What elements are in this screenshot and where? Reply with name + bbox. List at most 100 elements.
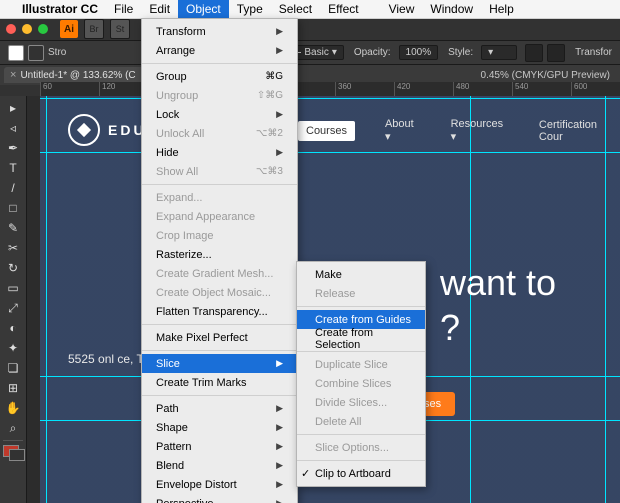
menu-item: Crop Image bbox=[142, 226, 297, 245]
menu-item: Expand... bbox=[142, 188, 297, 207]
menubar-object[interactable]: Object bbox=[178, 0, 229, 18]
nav-courses[interactable]: Courses bbox=[298, 121, 355, 141]
guide-horizontal[interactable] bbox=[40, 98, 620, 99]
guide-horizontal[interactable] bbox=[40, 152, 620, 153]
submenu-item: Divide Slices... bbox=[297, 393, 425, 412]
style-dropdown[interactable]: ▾ bbox=[481, 45, 517, 60]
stroke-swatch[interactable] bbox=[28, 45, 44, 61]
menubar-app-name[interactable]: Illustrator CC bbox=[14, 0, 106, 18]
zoom-icon[interactable] bbox=[38, 24, 48, 34]
nav-about[interactable]: About ▾ bbox=[385, 118, 421, 143]
submenu-item: Release bbox=[297, 284, 425, 303]
nav-cert[interactable]: Certification Cour bbox=[539, 119, 620, 143]
app-titlebar: Ai Br St bbox=[0, 18, 620, 40]
menu-item[interactable]: Make Pixel Perfect bbox=[142, 328, 297, 347]
ruler-tick: 540 bbox=[512, 82, 571, 96]
fill-stroke-swatch[interactable] bbox=[3, 445, 23, 459]
minimize-icon[interactable] bbox=[22, 24, 32, 34]
tool-button[interactable]: ⌕ bbox=[1, 418, 25, 438]
menu-item[interactable]: Envelope Distort▶ bbox=[142, 475, 297, 494]
guide-vertical[interactable] bbox=[46, 96, 47, 503]
menu-item[interactable]: Arrange▶ bbox=[142, 41, 297, 60]
menu-item[interactable]: Hide▶ bbox=[142, 143, 297, 162]
doc-info: 0.45% (CMYK/GPU Preview) bbox=[481, 70, 616, 81]
menubar-file[interactable]: File bbox=[106, 0, 141, 18]
tool-button[interactable]: T bbox=[1, 158, 25, 178]
submenu-item[interactable]: Create from Selection bbox=[297, 329, 425, 348]
tool-button[interactable]: □ bbox=[1, 198, 25, 218]
tool-button[interactable]: ⊞ bbox=[1, 378, 25, 398]
tool-panel: ▸◃✒T/□✎✂↻▭⤢◐✦❏⊞✋⌕ bbox=[0, 96, 27, 503]
menu-item: Show All⌥⌘3 bbox=[142, 162, 297, 181]
site-nav: Courses About ▾ Resources ▾ Certificatio… bbox=[298, 118, 620, 143]
menu-item[interactable]: Perspective▶ bbox=[142, 494, 297, 503]
menu-item[interactable]: Group⌘G bbox=[142, 67, 297, 86]
nav-resources[interactable]: Resources ▾ bbox=[451, 118, 509, 143]
fill-swatch[interactable] bbox=[8, 45, 24, 61]
menu-item[interactable]: Transform▶ bbox=[142, 22, 297, 41]
logo-icon bbox=[68, 114, 100, 146]
tool-button[interactable]: ▸ bbox=[1, 98, 25, 118]
document-tab[interactable]: × Untitled-1* @ 133.62% (C bbox=[4, 67, 146, 83]
style-label: Style: bbox=[448, 47, 473, 58]
ruler-vertical[interactable] bbox=[26, 96, 41, 503]
menu-item[interactable]: Shape▶ bbox=[142, 418, 297, 437]
tool-button[interactable]: ✋ bbox=[1, 398, 25, 418]
mac-menubar: Illustrator CC File Edit Object Type Sel… bbox=[0, 0, 620, 19]
menu-item[interactable]: Slice▶ bbox=[142, 354, 297, 373]
ruler-tick: 600 bbox=[571, 82, 620, 96]
ruler-horizontal[interactable]: 60120180240300360420480540600 bbox=[40, 82, 620, 97]
tool-button[interactable]: ↻ bbox=[1, 258, 25, 278]
menu-item[interactable]: Create Trim Marks bbox=[142, 373, 297, 392]
menubar-window[interactable]: Window bbox=[422, 0, 481, 18]
menu-item[interactable]: Lock▶ bbox=[142, 105, 297, 124]
menubar-view[interactable]: View bbox=[381, 0, 423, 18]
submenu-item: Delete All bbox=[297, 412, 425, 431]
menu-item[interactable]: Pattern▶ bbox=[142, 437, 297, 456]
transform-label[interactable]: Transfor bbox=[575, 47, 612, 58]
tool-button[interactable]: ✂ bbox=[1, 238, 25, 258]
stroke-label: Stro bbox=[48, 47, 66, 58]
submenu-item: Duplicate Slice bbox=[297, 355, 425, 374]
opacity-value[interactable]: 100% bbox=[399, 45, 439, 60]
ruler-tick: 480 bbox=[453, 82, 512, 96]
menu-item[interactable]: Path▶ bbox=[142, 399, 297, 418]
tool-button[interactable]: / bbox=[1, 178, 25, 198]
submenu-item[interactable]: ✓Clip to Artboard bbox=[297, 464, 425, 483]
submenu-item: Slice Options... bbox=[297, 438, 425, 457]
panel-toggle-2[interactable]: St bbox=[110, 19, 130, 39]
tool-button[interactable]: ⤢ bbox=[1, 298, 25, 318]
tool-button[interactable]: ✒ bbox=[1, 138, 25, 158]
menu-item: Ungroup⇧⌘G bbox=[142, 86, 297, 105]
align-icon-2[interactable] bbox=[547, 44, 565, 62]
ruler-tick: 420 bbox=[394, 82, 453, 96]
menu-item: Create Gradient Mesh... bbox=[142, 264, 297, 283]
menu-item[interactable]: Flatten Transparency... bbox=[142, 302, 297, 321]
close-icon[interactable] bbox=[6, 24, 16, 34]
guide-vertical[interactable] bbox=[605, 96, 606, 503]
tab-title: Untitled-1* @ 133.62% (C bbox=[20, 70, 135, 81]
panel-toggle-1[interactable]: Br bbox=[84, 19, 104, 39]
tool-button[interactable]: ◃ bbox=[1, 118, 25, 138]
tool-button[interactable]: ❏ bbox=[1, 358, 25, 378]
menu-item[interactable]: Rasterize... bbox=[142, 245, 297, 264]
menubar-help[interactable]: Help bbox=[481, 0, 522, 18]
control-bar: Stro Basic▾ Opacity: 100% Style: ▾ Trans… bbox=[0, 40, 620, 65]
menubar-type[interactable]: Type bbox=[229, 0, 271, 18]
menubar-effect[interactable]: Effect bbox=[320, 0, 366, 18]
submenu-item[interactable]: Make bbox=[297, 265, 425, 284]
tool-button[interactable]: ✦ bbox=[1, 338, 25, 358]
menubar-select[interactable]: Select bbox=[271, 0, 320, 18]
tab-close-icon[interactable]: × bbox=[10, 69, 16, 81]
tool-button[interactable]: ◐ bbox=[1, 318, 25, 338]
align-icon[interactable] bbox=[525, 44, 543, 62]
ruler-tick: 360 bbox=[335, 82, 394, 96]
submenu-item: Combine Slices bbox=[297, 374, 425, 393]
tool-button[interactable]: ▭ bbox=[1, 278, 25, 298]
ai-app-icon: Ai bbox=[60, 20, 78, 38]
menu-item: Unlock All⌥⌘2 bbox=[142, 124, 297, 143]
tool-button[interactable]: ✎ bbox=[1, 218, 25, 238]
object-menu-dropdown: Transform▶Arrange▶ Group⌘GUngroup⇧⌘GLock▶… bbox=[141, 18, 298, 503]
menu-item[interactable]: Blend▶ bbox=[142, 456, 297, 475]
menubar-edit[interactable]: Edit bbox=[141, 0, 178, 18]
